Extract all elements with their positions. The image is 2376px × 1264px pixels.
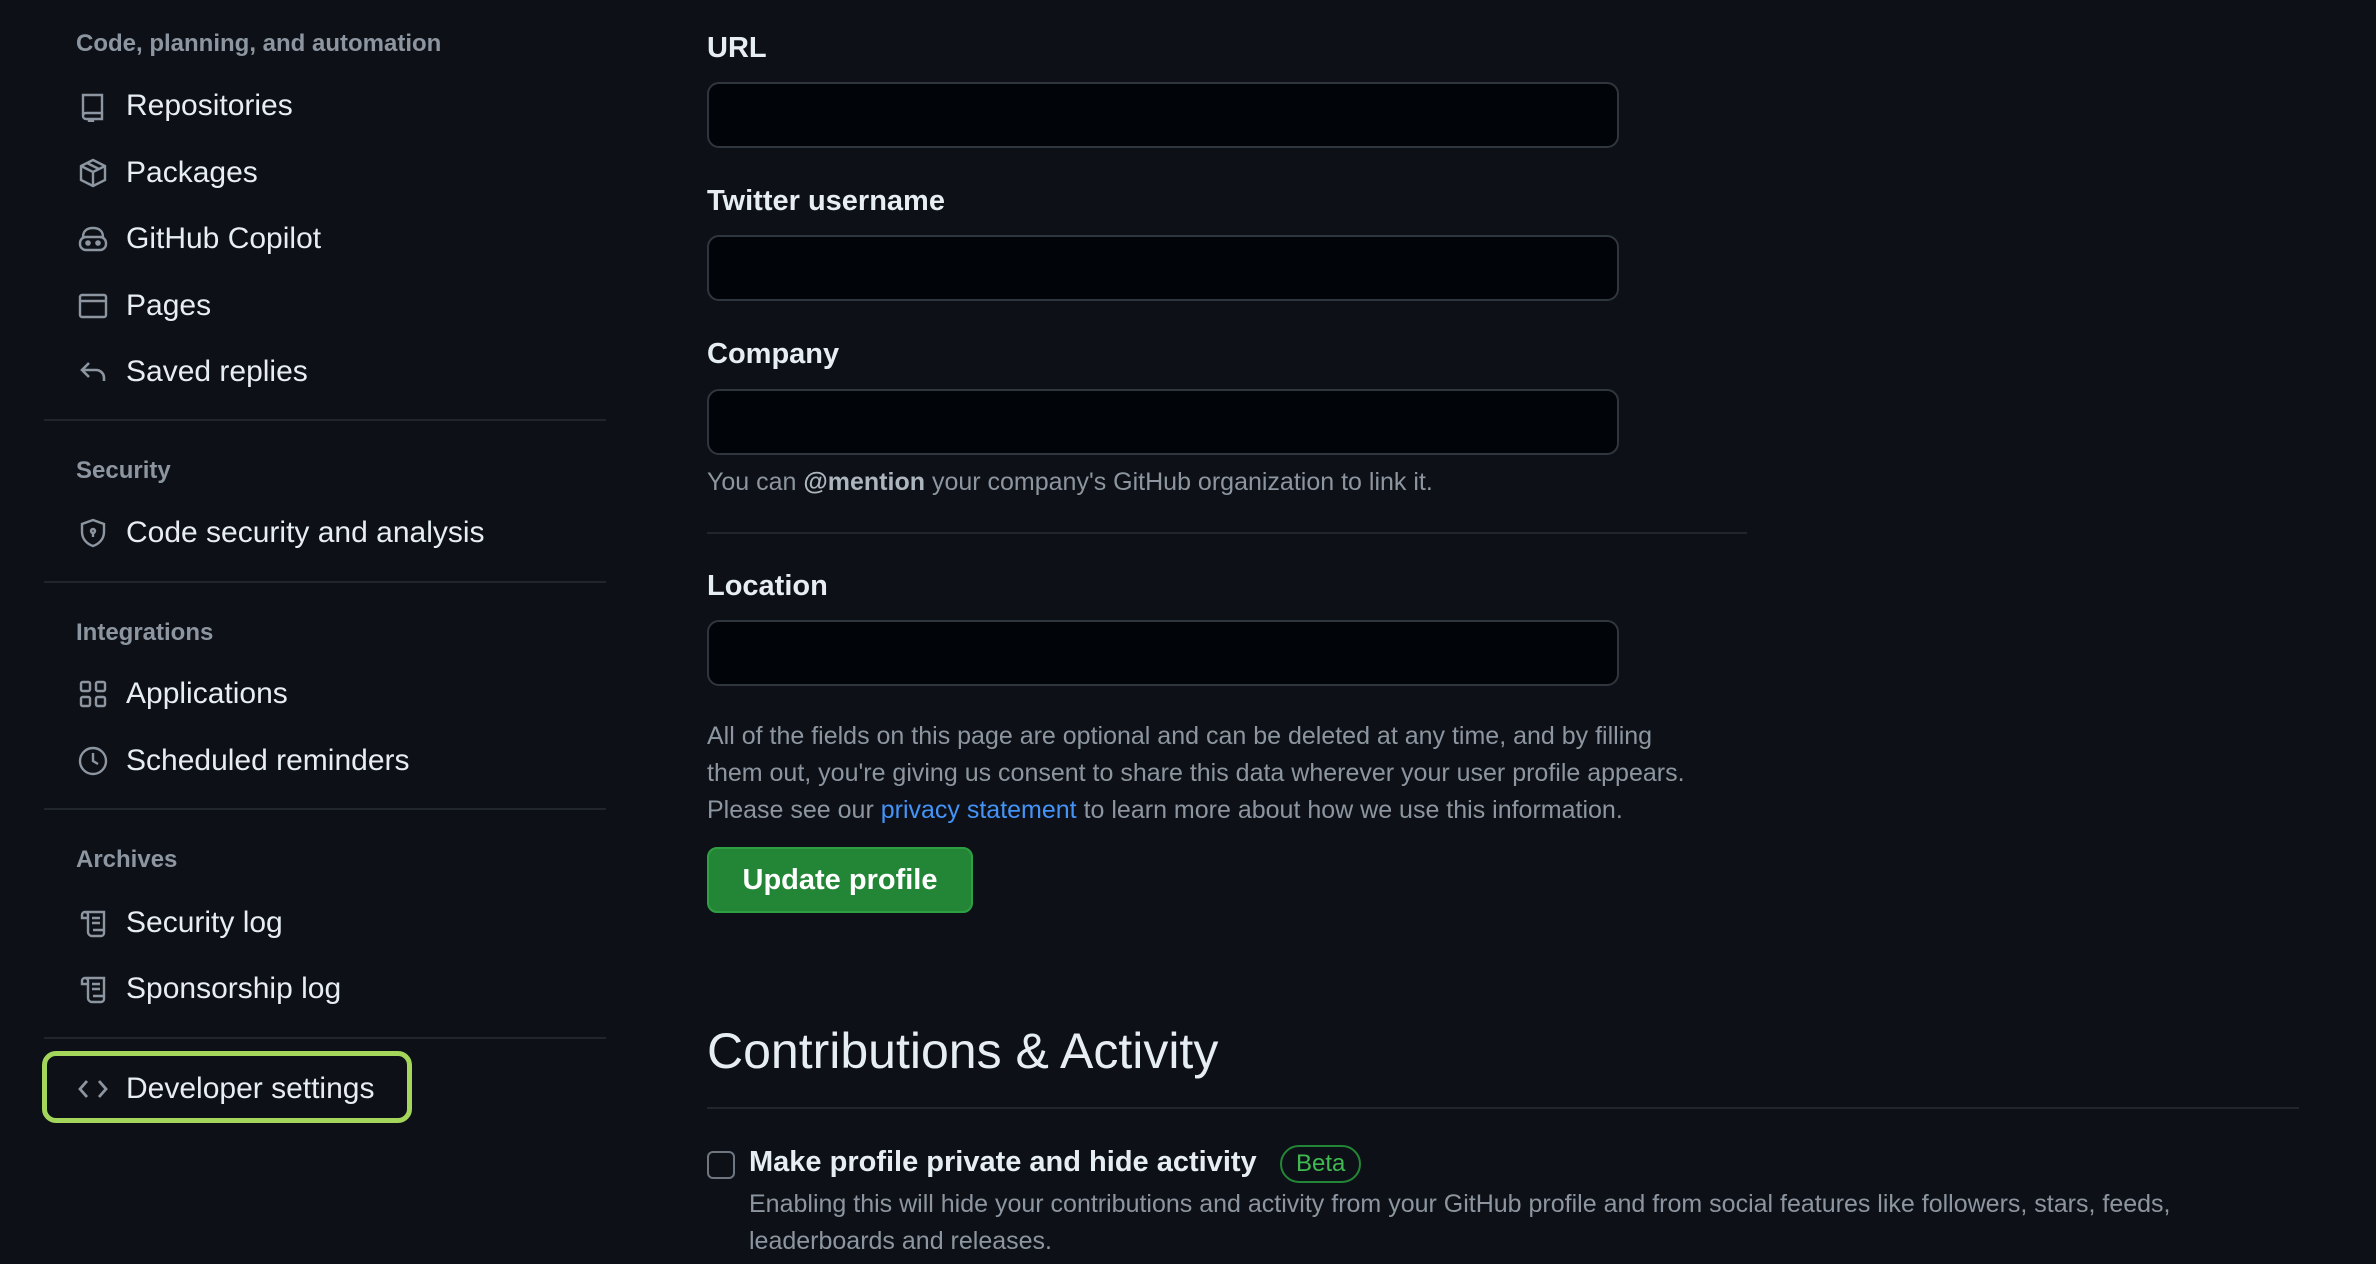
sidebar-item-repositories[interactable]: Repositories: [44, 74, 606, 138]
url-input[interactable]: [707, 82, 1619, 148]
twitter-username-input[interactable]: [707, 235, 1619, 301]
contributions-section-title: Contributions & Activity: [707, 1023, 1219, 1079]
sidebar-divider: [44, 1037, 606, 1039]
sidebar-item-label: Developer settings: [126, 1072, 375, 1105]
company-input[interactable]: [707, 389, 1619, 455]
private-profile-description: Enabling this will hide your contributio…: [749, 1190, 2171, 1255]
update-profile-button[interactable]: Update profile: [707, 847, 973, 913]
sidebar-divider: [44, 808, 606, 810]
sidebar-item-label: GitHub Copilot: [126, 222, 322, 255]
location-input[interactable]: [707, 620, 1619, 686]
group-heading-security: Security: [76, 457, 171, 484]
sidebar-divider: [44, 581, 606, 583]
sidebar-item-code-security[interactable]: Code security and analysis: [44, 501, 606, 565]
group-heading-code-planning: Code, planning, and automation: [76, 30, 442, 57]
code-icon: [76, 1072, 110, 1106]
sidebar-item-scheduled-reminders[interactable]: Scheduled reminders: [44, 729, 606, 793]
sidebar-item-label: Packages: [126, 156, 258, 189]
url-label: URL: [707, 32, 767, 64]
copilot-icon: [76, 222, 110, 256]
sidebar-item-label: Pages: [126, 289, 212, 322]
disclaimer-text-before: Please see our: [707, 796, 881, 824]
sidebar-item-label: Applications: [126, 677, 288, 710]
company-note-after: your company's GitHub organization to li…: [925, 468, 1433, 496]
reply-icon: [76, 355, 110, 389]
sidebar-item-packages[interactable]: Packages: [44, 141, 606, 205]
sidebar-item-saved-replies[interactable]: Saved replies: [44, 340, 606, 404]
privacy-statement-link[interactable]: privacy statement: [881, 796, 1077, 824]
clock-icon: [76, 744, 110, 778]
browser-icon: [76, 289, 110, 323]
sidebar-item-applications[interactable]: Applications: [44, 662, 606, 726]
section-divider: [707, 532, 1747, 534]
sidebar-divider: [44, 419, 606, 421]
disclaimer-line-2: them out, you're giving us consent to sh…: [707, 759, 1685, 787]
log-icon: [76, 972, 110, 1006]
private-profile-label[interactable]: Make profile private and hide activity: [749, 1146, 1257, 1179]
log-icon: [76, 906, 110, 940]
disclaimer-line-3: Please see our privacy statement to lear…: [707, 792, 1787, 829]
group-heading-archives: Archives: [76, 846, 178, 873]
sidebar-item-sponsorship-log[interactable]: Sponsorship log: [44, 957, 606, 1021]
disclaimer-text-after: to learn more about how we use this info…: [1076, 796, 1623, 824]
company-label: Company: [707, 338, 840, 370]
company-note-before: You can: [707, 468, 804, 496]
package-icon: [76, 156, 110, 190]
location-label: Location: [707, 570, 828, 602]
privacy-disclaimer: All of the fields on this page are optio…: [707, 718, 1787, 829]
company-note: You can @mention your company's GitHub o…: [707, 464, 1433, 501]
sidebar-item-label: Security log: [126, 906, 283, 939]
sidebar-item-github-copilot[interactable]: GitHub Copilot: [44, 207, 606, 271]
sidebar-item-security-log[interactable]: Security log: [44, 891, 606, 955]
company-note-mention: @mention: [803, 468, 925, 496]
group-heading-integrations: Integrations: [76, 619, 214, 646]
sidebar-item-label: Code security and analysis: [126, 516, 485, 549]
section-divider: [707, 1107, 2299, 1109]
sidebar-item-label: Repositories: [126, 89, 293, 122]
shield-lock-icon: [76, 516, 110, 550]
sidebar-item-label: Saved replies: [126, 355, 308, 388]
apps-icon: [76, 677, 110, 711]
repo-icon: [76, 89, 110, 123]
twitter-label: Twitter username: [707, 185, 945, 217]
private-profile-checkbox[interactable]: [707, 1151, 735, 1179]
sidebar-item-developer-settings[interactable]: Developer settings: [44, 1057, 404, 1121]
sidebar-item-label: Sponsorship log: [126, 972, 342, 1005]
beta-badge: Beta: [1280, 1145, 1362, 1183]
disclaimer-line-1: All of the fields on this page are optio…: [707, 722, 1653, 750]
sidebar-item-label: Scheduled reminders: [126, 744, 410, 777]
sidebar-item-pages[interactable]: Pages: [44, 274, 606, 338]
